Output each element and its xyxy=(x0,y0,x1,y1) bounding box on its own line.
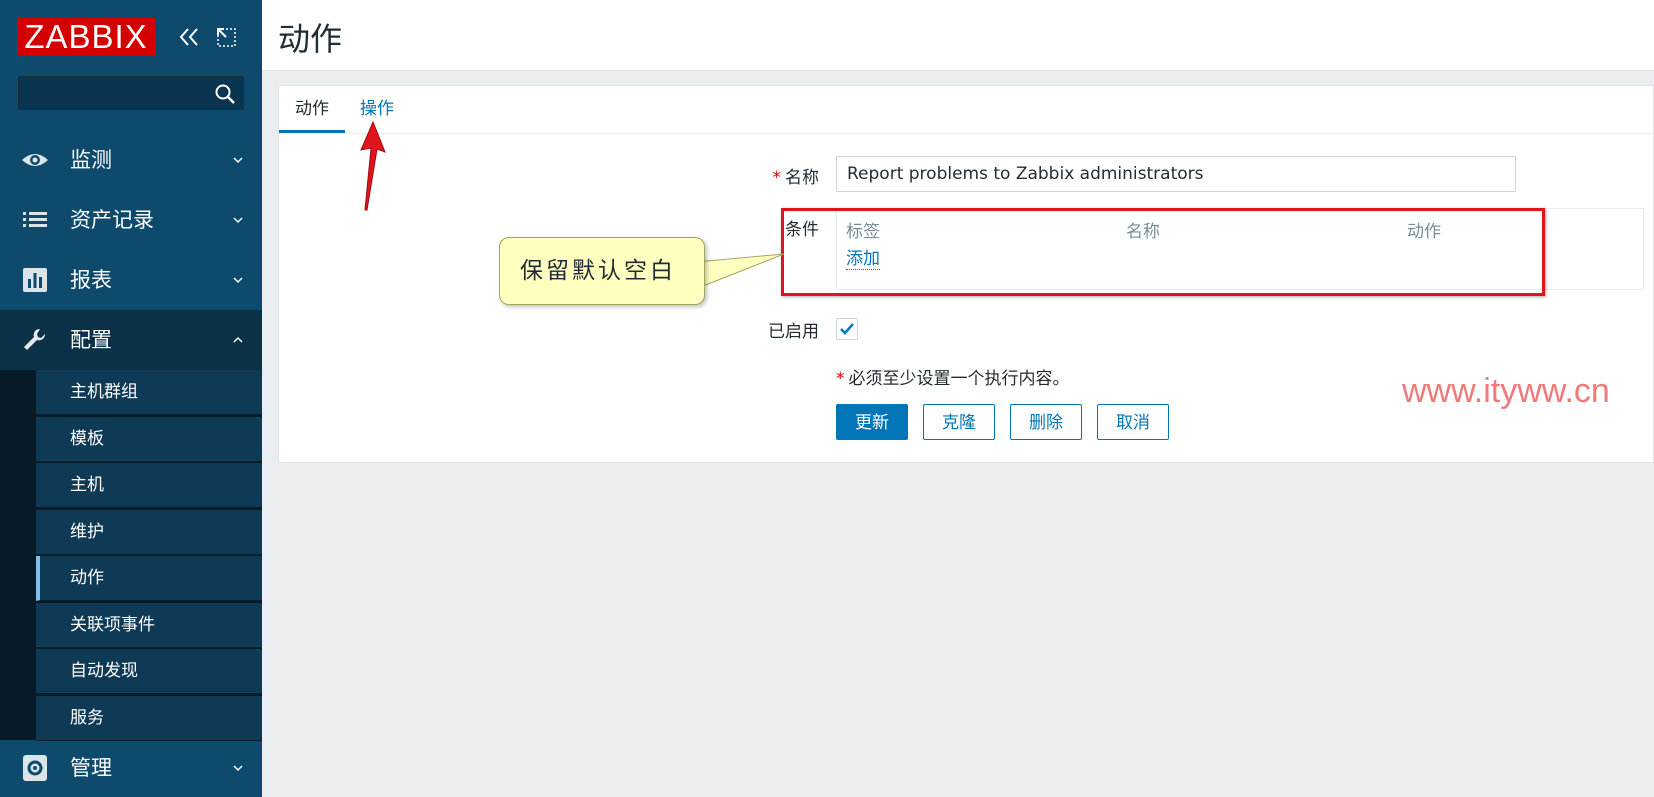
update-button[interactable]: 更新 xyxy=(836,404,908,440)
submenu-discovery[interactable]: 自动发现 xyxy=(36,649,262,694)
kiosk-mode-icon[interactable] xyxy=(214,24,240,50)
eye-icon xyxy=(22,154,48,166)
enabled-label: 已启用 xyxy=(768,322,819,342)
menu-administration[interactable]: 管理 xyxy=(0,740,262,797)
search-input[interactable] xyxy=(25,81,209,107)
collapse-sidebar-icon[interactable] xyxy=(176,24,202,50)
list-icon xyxy=(23,212,47,227)
zabbix-logo[interactable]: ZABBIX xyxy=(17,18,155,56)
menu-reports[interactable]: 报表 xyxy=(0,250,262,310)
submenu-services[interactable]: 服务 xyxy=(36,696,262,741)
submenu-maintenance[interactable]: 维护 xyxy=(36,510,262,555)
submenu-templates[interactable]: 模板 xyxy=(36,417,262,462)
submenu-actions[interactable]: 动作 xyxy=(36,556,262,601)
clone-button[interactable]: 克隆 xyxy=(923,404,995,440)
page-title: 动作 xyxy=(278,20,343,58)
watermark: www.ityww.cn xyxy=(1402,372,1610,410)
menu-label: 监测 xyxy=(70,148,112,172)
page-header: 动作 xyxy=(262,0,1654,71)
configuration-submenu: 主机群组 模板 主机 维护 动作 关联项事件 自动发现 服务 xyxy=(0,370,262,741)
sidebar-search[interactable] xyxy=(18,76,244,110)
annotation-callout: 保留默认空白 xyxy=(499,237,705,305)
menu-configuration[interactable]: 配置 xyxy=(0,310,262,370)
menu-label: 报表 xyxy=(70,268,112,292)
submenu-event-correlation[interactable]: 关联项事件 xyxy=(36,603,262,648)
checkmark-icon xyxy=(840,323,854,335)
chevron-up-icon xyxy=(233,336,243,343)
wrench-icon xyxy=(24,328,46,350)
bar-chart-icon xyxy=(23,268,47,292)
menu-label: 管理 xyxy=(70,756,112,780)
delete-button[interactable]: 删除 xyxy=(1010,404,1082,440)
required-hint-text: 必须至少设置一个执行内容。 xyxy=(848,369,1070,389)
chevron-down-icon xyxy=(233,157,243,164)
menu-monitoring[interactable]: 监测 xyxy=(0,130,262,190)
gear-icon xyxy=(23,755,47,781)
name-label-text: 名称 xyxy=(785,168,819,188)
enabled-checkbox[interactable] xyxy=(836,318,858,340)
name-input[interactable] xyxy=(836,156,1516,192)
search-icon[interactable] xyxy=(214,83,236,105)
required-hint: * 必须至少设置一个执行内容。 xyxy=(836,364,1070,389)
tab-bar: 动作 操作 xyxy=(279,86,1654,134)
menu-label: 资产记录 xyxy=(70,208,154,232)
annotation-highlight-frame xyxy=(781,208,1545,296)
submenu-host-groups[interactable]: 主机群组 xyxy=(36,370,262,415)
menu-inventory[interactable]: 资产记录 xyxy=(0,190,262,250)
name-label: * 名称 xyxy=(709,163,820,188)
chevron-down-icon xyxy=(233,277,243,284)
red-arrow-annotation xyxy=(360,120,386,211)
tab-action[interactable]: 动作 xyxy=(279,86,345,133)
chevron-down-icon xyxy=(233,765,243,772)
callout-pointer xyxy=(695,253,785,289)
cancel-button[interactable]: 取消 xyxy=(1097,404,1169,440)
required-mark: * xyxy=(836,369,845,389)
chevron-down-icon xyxy=(233,217,243,224)
menu-label: 配置 xyxy=(70,328,112,352)
submenu-hosts[interactable]: 主机 xyxy=(36,463,262,508)
sidebar: ZABBIX 监测 资产记录 报表 配置 主机群组 模板 主机 维护 动作 关联… xyxy=(0,0,262,797)
required-mark: * xyxy=(772,168,782,188)
